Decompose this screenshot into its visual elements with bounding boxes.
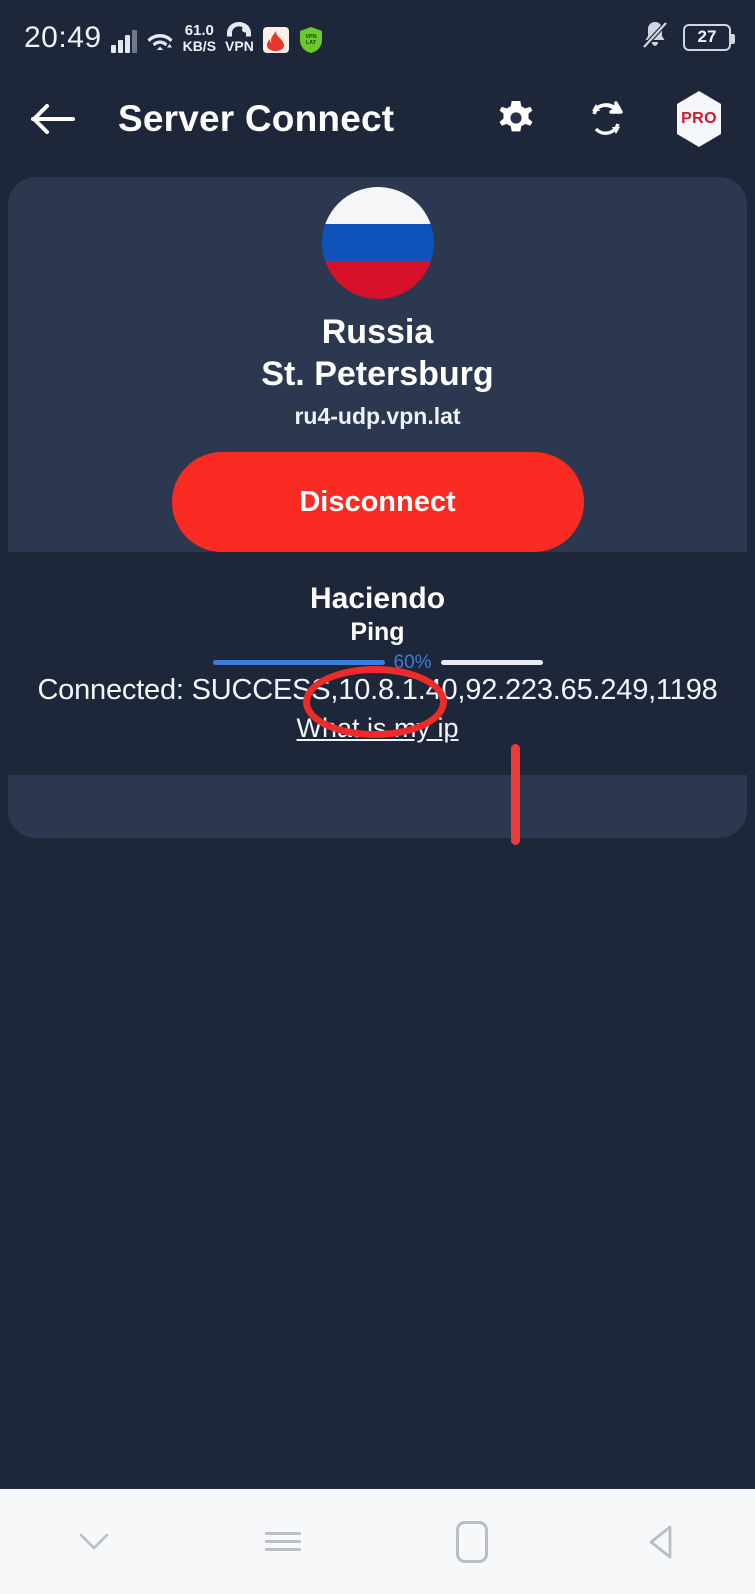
- back-triangle-icon[interactable]: [566, 1489, 755, 1594]
- hamburger-recents-icon[interactable]: [189, 1489, 378, 1594]
- cellular-signal-icon: [110, 29, 137, 53]
- home-square-icon[interactable]: [378, 1489, 567, 1594]
- server-city: St. Petersburg: [261, 354, 494, 393]
- app-bar: Server Connect PRO: [0, 74, 755, 164]
- bell-muted-icon: [641, 20, 669, 55]
- russia-flag-icon: [321, 187, 434, 299]
- wifi-icon: [146, 29, 174, 53]
- status-bar: 20:49 61.0 KB/S VPN VPN LAT 27: [0, 0, 755, 74]
- pro-hexagon-badge[interactable]: PRO: [673, 91, 725, 147]
- ping-status-title: Haciendo: [309, 582, 446, 615]
- progress-track: [440, 660, 543, 665]
- flame-app-icon: [262, 27, 289, 53]
- status-bar-clock: 20:49: [24, 21, 102, 54]
- back-arrow-icon[interactable]: [26, 92, 80, 146]
- server-card: Russia St. Petersburg ru4-udp.vpn.lat Di…: [8, 177, 747, 552]
- pro-label: PRO: [681, 110, 717, 127]
- gear-icon[interactable]: [493, 96, 539, 142]
- card-footer: [8, 775, 747, 838]
- annotation-vertical-line: [511, 744, 520, 845]
- chevron-down-icon[interactable]: [0, 1489, 189, 1594]
- battery-level: 27: [697, 27, 717, 46]
- vpn-key-icon: VPN: [225, 21, 254, 53]
- status-bar-right: 27: [641, 20, 735, 55]
- status-bar-left: 20:49 61.0 KB/S VPN VPN LAT: [24, 21, 324, 53]
- server-hostname: ru4-udp.vpn.lat: [294, 403, 461, 430]
- shield-vpn-app-icon: VPN LAT: [298, 27, 324, 53]
- battery-icon: 27: [683, 23, 735, 51]
- ping-status-subtitle: Ping: [350, 618, 405, 646]
- network-speed-value: 61.0: [184, 22, 214, 40]
- network-speed-unit: KB/S: [182, 37, 217, 54]
- annotation-ellipse-ip: [303, 666, 447, 738]
- phone-screen: 20:49 61.0 KB/S VPN VPN LAT 27 Server Co…: [0, 0, 755, 1594]
- page-title: Server Connect: [118, 98, 395, 139]
- server-country: Russia: [321, 312, 434, 351]
- connection-log-card: Haciendo Ping 60% Connected: SUCCESS,10.…: [8, 552, 747, 775]
- refresh-icon[interactable]: [583, 96, 629, 142]
- svg-text:LAT: LAT: [306, 40, 317, 46]
- progress-fill: [212, 660, 385, 665]
- app-bar-actions: PRO: [493, 91, 729, 147]
- disconnect-button[interactable]: Disconnect: [171, 452, 584, 552]
- network-speed-indicator: 61.0 KB/S: [183, 23, 216, 53]
- vpn-label: VPN: [225, 38, 254, 54]
- system-navigation-bar: [0, 1489, 755, 1594]
